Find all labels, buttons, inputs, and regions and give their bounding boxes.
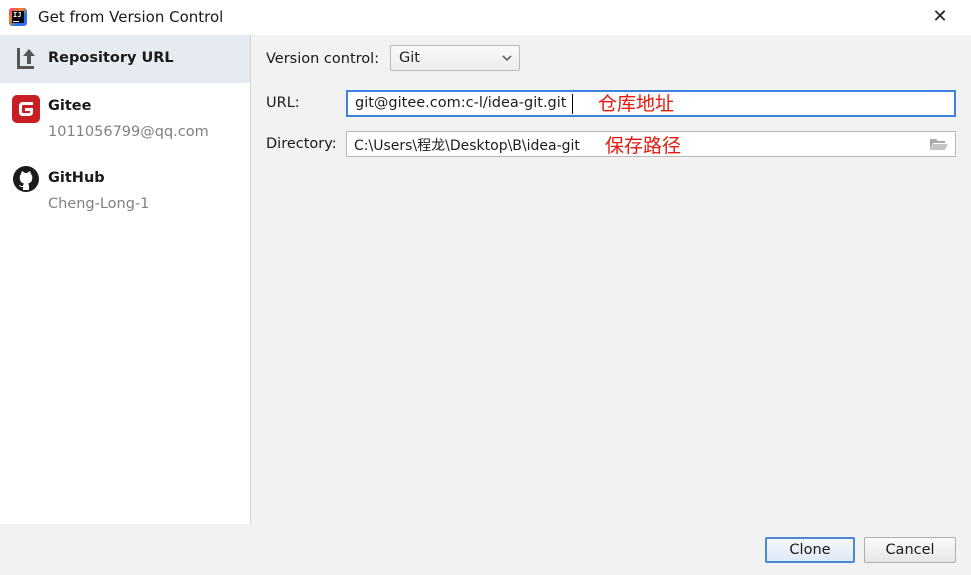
window-title: Get from Version Control (38, 8, 224, 26)
version-control-value: Git (399, 50, 420, 66)
sidebar-item-label: Repository URL (48, 50, 174, 66)
gitee-logo-icon (12, 95, 40, 123)
sidebar-item-label: GitHub (48, 170, 105, 186)
chevron-down-icon (502, 55, 512, 62)
title-bar: IJ Get from Version Control ✕ (0, 0, 971, 35)
clone-button[interactable]: Clone (765, 537, 855, 563)
folder-open-icon[interactable] (929, 136, 949, 152)
close-icon[interactable]: ✕ (926, 5, 954, 29)
sidebar-item-account: Cheng-Long-1 (48, 196, 150, 212)
version-control-select[interactable]: Git (390, 45, 520, 71)
repository-url-icon (17, 48, 35, 69)
directory-annotation: 保存路径 (605, 135, 682, 157)
directory-input-value: C:\Users\程龙\Desktop\B\idea-git (354, 138, 580, 154)
sidebar-item-account: 1011056799@qq.com (48, 124, 209, 140)
cancel-button[interactable]: Cancel (864, 537, 956, 563)
sidebar-item-label: Gitee (48, 98, 92, 114)
sidebar: Repository URL Gitee 1011056799@qq.com G… (0, 35, 251, 524)
version-control-label: Version control: (266, 51, 380, 67)
directory-label: Directory: (266, 136, 337, 152)
url-input-value: git@gitee.com:c-l/idea-git.git (355, 95, 567, 111)
url-label: URL: (266, 95, 300, 111)
github-logo-icon (13, 166, 39, 192)
sidebar-item-gitee[interactable]: Gitee 1011056799@qq.com (0, 83, 250, 153)
sidebar-item-github[interactable]: GitHub Cheng-Long-1 (0, 153, 250, 225)
url-annotation: 仓库地址 (598, 93, 675, 115)
text-caret (572, 94, 573, 114)
sidebar-item-repository-url[interactable]: Repository URL (0, 35, 250, 83)
intellij-idea-icon: IJ (9, 8, 27, 26)
